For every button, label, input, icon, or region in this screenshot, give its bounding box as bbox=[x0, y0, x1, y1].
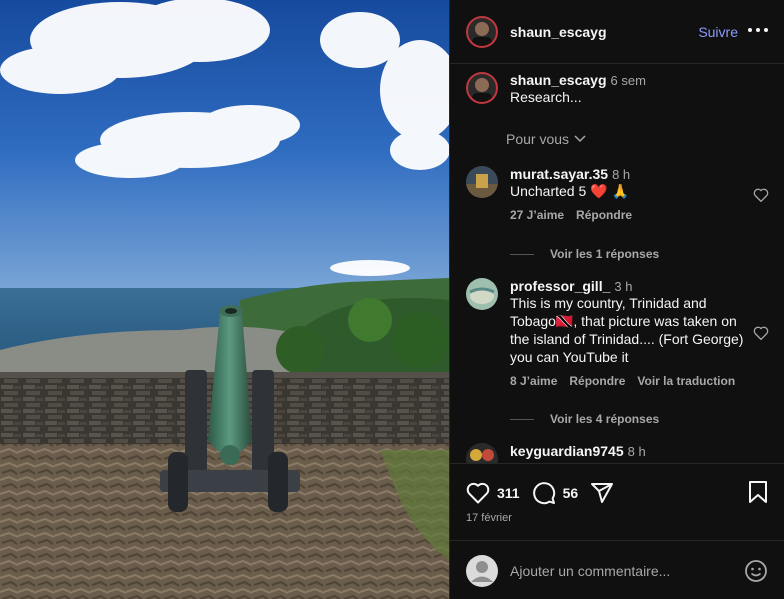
story-ring bbox=[466, 15, 498, 48]
post-header: shaun_escayg Suivre bbox=[450, 0, 784, 64]
comment-age: 8 h bbox=[612, 167, 631, 182]
comment-icon[interactable] bbox=[532, 481, 556, 505]
commenter-avatar[interactable] bbox=[466, 443, 498, 463]
author-avatar[interactable] bbox=[466, 15, 498, 48]
post-footer: 311 56 17 février bbox=[450, 463, 784, 599]
comment-age: 3 h bbox=[614, 279, 633, 294]
emoji-icon[interactable] bbox=[744, 559, 768, 583]
caption-text: Research... bbox=[510, 89, 582, 105]
like-count[interactable]: 311 bbox=[497, 485, 520, 501]
comment-username[interactable]: keyguardian9745 bbox=[510, 443, 624, 459]
comment-username[interactable]: murat.sayar.35 bbox=[510, 166, 608, 182]
comment-like-count[interactable]: 8 J’aime bbox=[510, 374, 557, 388]
heart-icon[interactable] bbox=[753, 326, 769, 340]
comment-like-count[interactable]: 27 J’aime bbox=[510, 208, 564, 222]
caption-story-ring bbox=[466, 72, 498, 104]
post-viewer: shaun_escayg Suivre shaun_escayg 6 sem R… bbox=[0, 0, 784, 599]
translate-button[interactable]: Voir la traduction bbox=[637, 374, 735, 388]
caption-username[interactable]: shaun_escayg bbox=[510, 72, 607, 88]
comment-item: professor_gill_ 3 h This is my country, T… bbox=[466, 278, 769, 388]
comment-item: keyguardian9745 8 h bbox=[466, 443, 769, 463]
reply-button[interactable]: Répondre bbox=[569, 374, 625, 388]
bookmark-icon[interactable] bbox=[748, 480, 768, 504]
add-comment-bar bbox=[450, 540, 784, 599]
caption-age: 6 sem bbox=[610, 73, 646, 88]
commenter-avatar-image bbox=[466, 443, 498, 463]
author-username[interactable]: shaun_escayg bbox=[510, 24, 607, 40]
comment-text: This is my country, Trinidad and Tobago🇹… bbox=[510, 295, 744, 365]
chevron-down-icon bbox=[574, 135, 586, 143]
cannon-landscape-image bbox=[0, 0, 449, 599]
more-icon[interactable] bbox=[748, 20, 768, 40]
post-caption: shaun_escayg 6 sem Research... bbox=[466, 72, 646, 106]
heart-icon[interactable] bbox=[753, 188, 769, 202]
commenter-avatar[interactable] bbox=[466, 166, 498, 198]
heart-icon[interactable] bbox=[466, 482, 490, 504]
post-side-panel: shaun_escayg Suivre shaun_escayg 6 sem R… bbox=[449, 0, 784, 599]
replies-divider bbox=[510, 418, 534, 420]
follow-button[interactable]: Suivre bbox=[698, 24, 738, 40]
view-replies-label: Voir les 1 réponses bbox=[550, 247, 660, 261]
commenter-avatar-image bbox=[466, 278, 498, 310]
comment-text: Uncharted 5 ❤️ 🙏 bbox=[510, 183, 629, 199]
comment-item: murat.sayar.35 8 h Uncharted 5 ❤️ 🙏 27 J’… bbox=[466, 166, 769, 222]
commenter-avatar-image bbox=[466, 166, 498, 198]
comment-age: 8 h bbox=[627, 444, 646, 459]
add-comment-input[interactable] bbox=[510, 562, 744, 579]
comment-username[interactable]: professor_gill_ bbox=[510, 278, 610, 294]
comment-filter-dropdown[interactable]: Pour vous bbox=[506, 131, 586, 147]
post-photo[interactable] bbox=[0, 0, 449, 599]
comments-list[interactable]: shaun_escayg6 sem Research... Pour vous bbox=[450, 65, 784, 463]
user-avatar-icon bbox=[466, 554, 498, 587]
view-replies-label: Voir les 4 réponses bbox=[550, 412, 660, 426]
post-date: 17 février bbox=[466, 512, 512, 524]
commenter-avatar[interactable] bbox=[466, 278, 498, 310]
replies-divider bbox=[510, 253, 534, 255]
comment-filter-label: Pour vous bbox=[506, 131, 570, 147]
reply-button[interactable]: Répondre bbox=[576, 208, 632, 222]
view-replies-button[interactable]: Voir les 1 réponses bbox=[510, 247, 659, 261]
comment-count[interactable]: 56 bbox=[563, 485, 579, 501]
caption-avatar[interactable] bbox=[466, 72, 498, 104]
share-icon[interactable] bbox=[590, 481, 614, 505]
post-actions: 311 56 bbox=[466, 480, 768, 506]
view-replies-button[interactable]: Voir les 4 réponses bbox=[510, 412, 659, 426]
